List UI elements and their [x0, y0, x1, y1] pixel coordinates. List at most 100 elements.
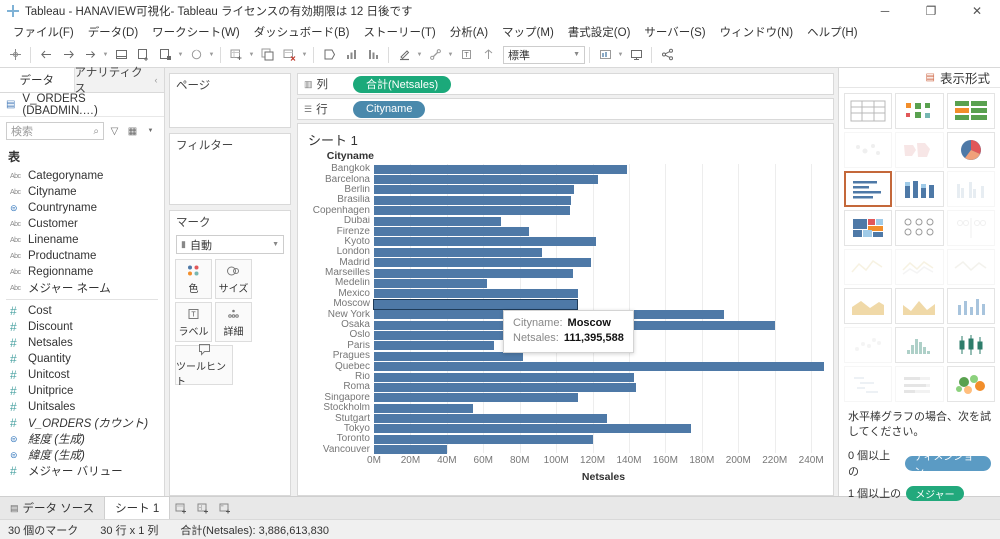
bar-row[interactable]: Dubai — [298, 216, 833, 226]
show-me-text-table[interactable] — [844, 93, 893, 129]
filters-card[interactable]: フィルター — [169, 133, 291, 205]
new-worksheet-caret-icon[interactable]: ▼ — [247, 44, 256, 66]
menu-file[interactable]: ファイル(F) — [6, 22, 81, 42]
field-netsales[interactable]: # Netsales — [0, 335, 164, 351]
group-caret-icon[interactable]: ▼ — [446, 44, 455, 66]
bar[interactable] — [374, 393, 578, 403]
swap-rows-cols-icon[interactable] — [318, 44, 340, 66]
bar[interactable] — [374, 434, 593, 444]
field-linename[interactable]: Abc Linename — [0, 232, 164, 248]
bar-row[interactable]: Kyoto — [298, 237, 833, 247]
bar[interactable] — [374, 268, 573, 278]
save-icon[interactable] — [79, 44, 101, 66]
pause-caret-icon[interactable]: ▼ — [176, 44, 185, 66]
highlight-caret-icon[interactable]: ▼ — [415, 44, 424, 66]
show-me-circle-views[interactable] — [895, 210, 944, 246]
bar-row[interactable]: Barcelona — [298, 174, 833, 185]
refresh-icon[interactable] — [185, 44, 207, 66]
fit-axis-caret-icon[interactable]: ▼ — [616, 44, 625, 66]
bar[interactable] — [374, 185, 575, 195]
undo-icon[interactable] — [35, 44, 57, 66]
bar[interactable] — [374, 414, 608, 424]
datasource-item[interactable]: ▤ V_ORDERS (DBADMIN.…) — [0, 93, 164, 117]
field-vorders-count[interactable]: # V_ORDERS (カウント) — [0, 415, 164, 431]
bar[interactable] — [374, 237, 597, 247]
field-longitude[interactable]: ⊜ 経度 (生成) — [0, 431, 164, 447]
bar[interactable] — [374, 247, 543, 257]
bar-row[interactable]: Rio — [298, 372, 833, 382]
new-data-source-icon[interactable] — [110, 44, 132, 66]
bar[interactable] — [374, 216, 501, 226]
field-view-icon[interactable]: ▦ — [125, 123, 140, 139]
bar-row[interactable]: Berlin — [298, 185, 833, 195]
bar[interactable] — [374, 175, 599, 185]
menu-format[interactable]: 書式設定(O) — [561, 22, 638, 42]
bar[interactable] — [374, 289, 578, 299]
bar-row[interactable]: Brasilia — [298, 195, 833, 205]
worksheet-canvas[interactable]: シート 1 Cityname Bangkok Barcelona Berlin Bra… — [297, 123, 834, 496]
bar-row[interactable]: Medelin — [298, 278, 833, 288]
new-story-icon[interactable] — [214, 497, 236, 519]
bar[interactable] — [374, 362, 824, 372]
new-dashboard-icon[interactable] — [192, 497, 214, 519]
sort-descending-icon[interactable] — [362, 44, 384, 66]
field-categoryname[interactable]: Abc Categoryname — [0, 168, 164, 184]
fit-select[interactable]: 標準 ▼ — [503, 45, 585, 64]
new-worksheet-toolbar-icon[interactable] — [225, 44, 247, 66]
field-unitprice[interactable]: # Unitprice — [0, 383, 164, 399]
marks-detail-button[interactable]: 詳細 — [215, 302, 252, 342]
field-customer[interactable]: Abc Customer — [0, 216, 164, 232]
bar-row[interactable]: Toronto — [298, 434, 833, 444]
bar[interactable] — [374, 403, 474, 413]
redo-icon[interactable] — [57, 44, 79, 66]
bar-row[interactable]: Mexico — [298, 289, 833, 299]
bar-row[interactable]: Singapore — [298, 393, 833, 403]
show-mark-labels-icon[interactable]: T — [455, 44, 477, 66]
marks-color-button[interactable]: 色 — [175, 259, 212, 299]
field-cost[interactable]: # Cost — [0, 303, 164, 319]
bar-row[interactable]: London — [298, 247, 833, 257]
clear-sheet-icon[interactable] — [278, 44, 300, 66]
highlight-icon[interactable] — [393, 44, 415, 66]
add-datasource-icon[interactable] — [132, 44, 154, 66]
mark-type-select[interactable]: ▮ 自動 ▼ — [176, 235, 284, 254]
refresh-caret-icon[interactable]: ▼ — [207, 44, 216, 66]
duplicate-sheet-icon[interactable] — [256, 44, 278, 66]
bar[interactable] — [374, 195, 571, 205]
bar[interactable] — [373, 298, 578, 310]
tab-data-source[interactable]: ▤ データ ソース — [0, 497, 106, 519]
show-me-box-and-whisker[interactable] — [946, 327, 995, 363]
menu-story[interactable]: ストーリー(T) — [357, 22, 443, 42]
field-productname[interactable]: Abc Productname — [0, 248, 164, 264]
menu-help[interactable]: ヘルプ(H) — [800, 22, 864, 42]
bar[interactable] — [374, 227, 529, 237]
columns-shelf[interactable]: ▥ 列 合計(Netsales) — [297, 73, 834, 95]
show-me-dual-combination[interactable] — [946, 288, 995, 324]
menu-analysis[interactable]: 分析(A) — [443, 22, 495, 42]
bar-row[interactable]: Tokyo — [298, 424, 833, 434]
bar-row[interactable]: Stutgart — [298, 413, 833, 424]
bar-row[interactable]: Madrid — [298, 258, 833, 268]
tableau-home-icon[interactable] — [4, 44, 26, 66]
group-icon[interactable] — [424, 44, 446, 66]
show-me-highlight-table[interactable] — [946, 93, 995, 129]
pause-refresh-icon[interactable] — [154, 44, 176, 66]
filter-fields-icon[interactable]: ▽ — [107, 123, 122, 139]
bar-row[interactable]: Roma — [298, 382, 833, 392]
menu-server[interactable]: サーバー(S) — [637, 22, 712, 42]
sort-ascending-icon[interactable] — [340, 44, 362, 66]
save-caret-icon[interactable]: ▼ — [101, 44, 110, 66]
show-me-stacked-bars[interactable] — [895, 171, 944, 207]
menu-window[interactable]: ウィンドウ(N) — [713, 22, 800, 42]
new-worksheet-icon[interactable] — [170, 497, 192, 519]
field-view-caret-icon[interactable]: ▼ — [143, 123, 158, 139]
minimize-icon[interactable]: ─ — [862, 0, 908, 22]
bar[interactable] — [374, 351, 524, 361]
bar[interactable] — [374, 206, 570, 216]
bar[interactable] — [374, 424, 691, 434]
menu-data[interactable]: データ(D) — [81, 22, 145, 42]
field-measure-names[interactable]: Abc メジャー ネーム — [0, 280, 164, 296]
marks-tooltip-button[interactable]: ツールヒント — [175, 344, 233, 388]
bar[interactable] — [374, 372, 635, 382]
bar-row[interactable]: Bangkok — [298, 164, 833, 174]
